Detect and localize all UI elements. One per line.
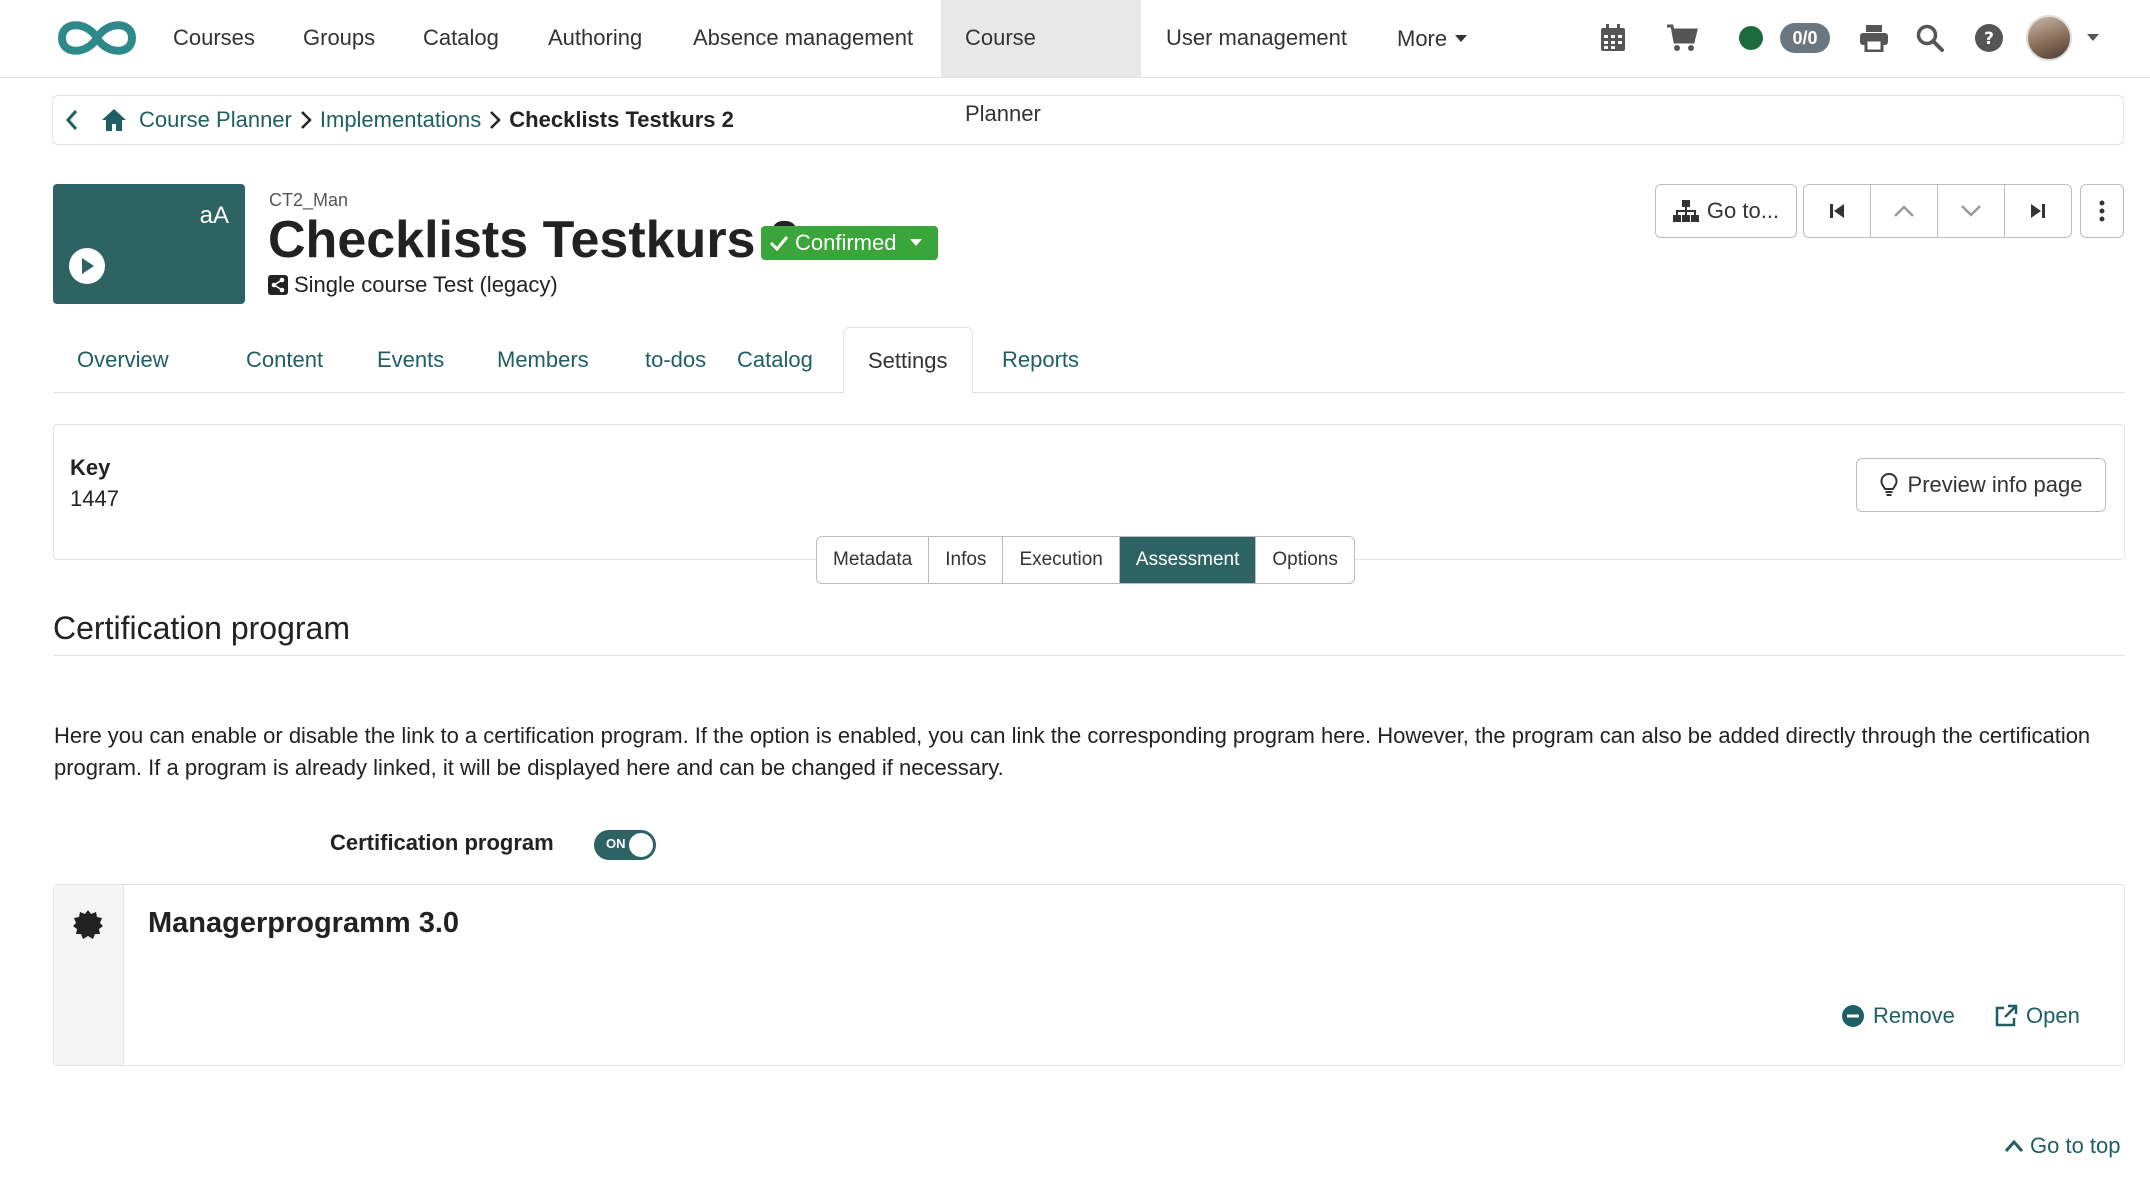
open-label: Open	[2026, 1003, 2080, 1028]
page-title: Checklists Testkurs 2	[268, 211, 799, 269]
chevron-down-icon	[1961, 205, 1981, 217]
minus-circle-icon	[1841, 1004, 1865, 1028]
tab-reports[interactable]: Reports	[978, 327, 1103, 393]
course-tile-text: aA	[199, 202, 229, 229]
nav-more[interactable]: More	[1373, 0, 1491, 77]
subtab-execution[interactable]: Execution	[1003, 537, 1120, 583]
online-status-dot[interactable]	[1739, 26, 1763, 50]
breadcrumb: Course Planner Implementations Checklist…	[52, 95, 2124, 145]
go-to-top-link[interactable]: Go to top	[2004, 1133, 2121, 1159]
nav-catalog[interactable]: Catalog	[399, 0, 523, 77]
nav-user-management[interactable]: User management	[1142, 0, 1371, 77]
top-navigation: Courses Groups Catalog Authoring Absence…	[0, 0, 2150, 126]
nav-groups[interactable]: Groups	[279, 0, 399, 77]
play-icon[interactable]	[69, 248, 105, 284]
key-value: 1447	[70, 486, 119, 511]
remove-label: Remove	[1873, 1003, 1955, 1028]
go-to-top-label: Go to top	[2030, 1133, 2121, 1158]
breadcrumb-current: Checklists Testkurs 2	[509, 107, 734, 132]
nav-more-label: More	[1397, 25, 1448, 51]
tab-members[interactable]: Members	[473, 327, 613, 393]
certification-program-toggle[interactable]: ON	[594, 830, 656, 860]
linked-program-card: Managerprogramm 3.0 Remove Open	[53, 884, 2125, 1066]
key-label: Key	[70, 455, 111, 480]
help-icon[interactable]: ?	[1971, 20, 2007, 56]
status-label: Confirmed	[795, 230, 897, 255]
section-divider	[53, 655, 2125, 656]
remove-program-button[interactable]: Remove	[1841, 1003, 1955, 1029]
avatar[interactable]	[2026, 15, 2072, 61]
sitemap-icon	[1672, 200, 1699, 222]
calendar-icon[interactable]	[1595, 20, 1631, 56]
program-card-sidebar	[54, 885, 124, 1065]
check-icon	[769, 234, 789, 252]
user-menu-caret-icon[interactable]	[2076, 20, 2110, 56]
open-program-button[interactable]: Open	[1994, 1003, 2080, 1029]
external-reference: CT2_Man	[269, 190, 349, 210]
certification-program-label: Certification program	[330, 830, 554, 855]
certificate-badge-icon	[72, 909, 104, 941]
print-icon[interactable]	[1856, 20, 1892, 56]
tab-overview[interactable]: Overview	[53, 327, 193, 393]
program-name: Managerprogramm 3.0	[148, 907, 460, 939]
settings-subtabs: Metadata Infos Execution Assessment Opti…	[816, 536, 1355, 584]
section-title: Certification program	[53, 610, 350, 646]
kebab-menu-icon	[2099, 200, 2105, 222]
nav-authoring[interactable]: Authoring	[524, 0, 666, 77]
course-tile[interactable]: aA	[53, 184, 245, 304]
chevron-right-icon	[489, 110, 502, 130]
goto-button[interactable]: Go to...	[1655, 184, 1797, 238]
subtab-metadata[interactable]: Metadata	[817, 537, 930, 583]
svg-text:?: ?	[1984, 29, 1994, 49]
preview-info-page-label: Preview info page	[1907, 472, 2083, 497]
breadcrumb-implementations[interactable]: Implementations	[320, 107, 481, 133]
goto-label: Go to...	[1706, 198, 1780, 223]
nav-course-planner[interactable]: Course Planner	[941, 0, 1141, 126]
more-actions-button[interactable]	[2080, 184, 2124, 238]
search-icon[interactable]	[1912, 20, 1948, 56]
preview-info-page-button[interactable]: Preview info page	[1856, 458, 2106, 512]
breadcrumb-course-planner[interactable]: Course Planner	[139, 107, 292, 133]
subtab-options[interactable]: Options	[1256, 537, 1353, 583]
caret-down-icon	[1455, 34, 1468, 43]
course-type: Single course Test (legacy)	[268, 272, 558, 298]
next-item-button[interactable]	[1938, 185, 2005, 237]
last-item-button[interactable]	[2005, 185, 2071, 237]
status-dropdown[interactable]: Confirmed	[761, 226, 938, 260]
nav-courses[interactable]: Courses	[149, 0, 279, 77]
tab-catalog[interactable]: Catalog	[713, 327, 837, 393]
toggle-state-text: ON	[606, 836, 626, 851]
caret-down-icon	[910, 239, 923, 247]
navigation-button-group	[1803, 184, 2072, 238]
skip-first-icon	[1830, 204, 1844, 218]
app-logo[interactable]	[54, 13, 140, 63]
subtab-infos[interactable]: Infos	[929, 537, 1004, 583]
nav-absence-management[interactable]: Absence management	[669, 0, 937, 77]
home-icon[interactable]	[101, 108, 127, 132]
chevron-up-icon	[2004, 1139, 2024, 1153]
section-description: Here you can enable or disable the link …	[54, 723, 2091, 780]
course-type-label: Single course Test (legacy)	[294, 272, 558, 297]
tab-content[interactable]: Content	[222, 327, 347, 393]
tab-settings[interactable]: Settings	[843, 327, 973, 394]
subtab-assessment[interactable]: Assessment	[1119, 537, 1257, 583]
skip-last-icon	[2031, 204, 2045, 218]
lightbulb-icon	[1880, 473, 1898, 497]
external-link-icon	[1994, 1004, 2018, 1028]
course-tabs: Overview Content Events Members to-dos C…	[53, 327, 2125, 394]
toggle-knob	[629, 833, 653, 857]
back-chevron-icon[interactable]	[65, 109, 79, 131]
previous-item-button[interactable]	[1871, 185, 1938, 237]
share-icon	[268, 275, 288, 295]
chevron-up-icon	[1894, 205, 1914, 217]
chevron-right-icon	[300, 110, 312, 130]
tab-events[interactable]: Events	[353, 327, 468, 393]
cart-icon[interactable]	[1664, 20, 1700, 56]
status-count-badge[interactable]: 0/0	[1780, 23, 1830, 53]
first-item-button[interactable]	[1804, 185, 1871, 237]
